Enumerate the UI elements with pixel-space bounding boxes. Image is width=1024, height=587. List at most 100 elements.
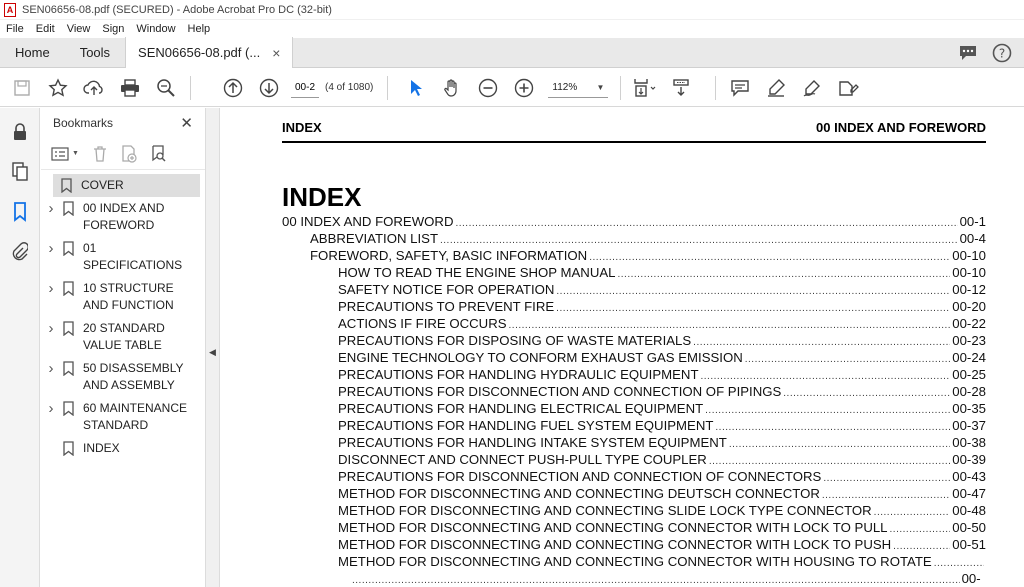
toc-entry[interactable]: PRECAUTIONS FOR HANDLING FUEL SYSTEM EQU… <box>282 418 986 435</box>
save-icon[interactable] <box>4 73 40 103</box>
dot-leader <box>874 503 951 518</box>
toc-page-number: 00-10 <box>952 248 986 263</box>
document-view[interactable]: INDEX 00 INDEX AND FOREWORD INDEX 00 IND… <box>221 108 1024 587</box>
bookmark-item[interactable]: › 10 STRUCTURE AND FUNCTION <box>41 277 205 317</box>
toc-entry[interactable]: 00 INDEX AND FOREWORD 00-1 <box>282 214 986 231</box>
page-thumbnails-icon[interactable] <box>11 162 28 182</box>
toc-entry-title: PRECAUTIONS FOR DISCONNECTION AND CONNEC… <box>338 469 822 484</box>
toc-entry[interactable]: PRECAUTIONS FOR DISPOSING OF WASTE MATER… <box>282 333 986 350</box>
bookmark-item[interactable]: › 50 DISASSEMBLY AND ASSEMBLY <box>41 357 205 397</box>
sign-pen-icon[interactable] <box>794 73 830 103</box>
toc-page-number: 00-24 <box>952 350 986 365</box>
bookmark-item[interactable]: INDEX <box>41 437 205 460</box>
toc-entry[interactable]: HOW TO READ THE ENGINE SHOP MANUAL 00-10 <box>282 265 986 282</box>
toc-entry[interactable]: SAFETY NOTICE FOR OPERATION 00-12 <box>282 282 986 299</box>
menu-help[interactable]: Help <box>188 23 211 35</box>
dot-leader <box>701 367 951 382</box>
previous-page-icon[interactable] <box>215 73 251 103</box>
hand-tool-icon[interactable] <box>434 73 470 103</box>
scroll-mode-icon[interactable] <box>663 73 699 103</box>
zoom-out-icon[interactable] <box>470 73 506 103</box>
zoom-level-select[interactable]: 112% ▼ <box>548 78 609 98</box>
page-fit-icon[interactable] <box>627 73 663 103</box>
bookmark-item[interactable]: › 00 INDEX AND FOREWORD <box>41 197 205 237</box>
toc-entry[interactable]: ABBREVIATION LIST 00-4 <box>282 231 986 248</box>
print-icon[interactable] <box>112 73 148 103</box>
toc-page-number: 00-53 <box>961 571 981 587</box>
bookmark-icon <box>63 241 75 256</box>
toolbar-divider <box>190 75 191 100</box>
new-bookmark-icon[interactable] <box>121 144 137 163</box>
toc-entry[interactable]: PRECAUTIONS TO PREVENT FIRE 00-20 <box>282 299 986 316</box>
toc-entry[interactable]: METHOD FOR DISCONNECTING AND CONNECTING … <box>282 554 986 571</box>
tab-document[interactable]: SEN06656-08.pdf (... × <box>125 37 294 68</box>
tab-tools[interactable]: Tools <box>65 37 125 67</box>
header-left: INDEX <box>282 120 322 135</box>
bookmark-item[interactable]: COVER <box>53 174 200 197</box>
toc-entry[interactable]: PRECAUTIONS FOR DISCONNECTION AND CONNEC… <box>282 469 986 486</box>
toc-entry[interactable]: METHOD FOR DISCONNECTING AND CONNECTING … <box>282 537 986 554</box>
page-number-input[interactable] <box>291 77 319 98</box>
toc-entry-title: PRECAUTIONS FOR HANDLING HYDRAULIC EQUIP… <box>338 367 699 382</box>
toc-entry[interactable]: ACTIONS IF FIRE OCCURS 00-22 <box>282 316 986 333</box>
find-bookmark-icon[interactable] <box>151 144 167 163</box>
comment-bubble-icon[interactable] <box>958 43 978 63</box>
toc-entry[interactable]: DISCONNECT AND CONNECT PUSH-PULL TYPE CO… <box>282 452 986 469</box>
chevron-right-icon[interactable]: › <box>45 281 57 296</box>
toc-entry[interactable]: METHOD FOR DISCONNECTING AND CONNECTING … <box>282 486 986 503</box>
toc-entry[interactable]: FOREWORD, SAFETY, BASIC INFORMATION 00-10 <box>282 248 986 265</box>
toc-entry-title: PRECAUTIONS FOR DISPOSING OF WASTE MATER… <box>338 333 692 348</box>
toc-entry[interactable]: PRECAUTIONS FOR HANDLING HYDRAULIC EQUIP… <box>282 367 986 384</box>
collapse-panel-icon[interactable]: ◀ <box>209 347 216 358</box>
toc-entry[interactable]: PRECAUTIONS FOR HANDLING INTAKE SYSTEM E… <box>282 435 986 452</box>
bookmark-icon <box>63 281 75 296</box>
dot-leader <box>693 333 950 348</box>
tab-home[interactable]: Home <box>0 37 65 67</box>
menu-view[interactable]: View <box>67 23 91 35</box>
delete-bookmark-icon[interactable] <box>93 145 107 162</box>
chevron-right-icon[interactable]: › <box>45 401 57 416</box>
bookmark-label: INDEX <box>83 441 120 455</box>
close-tab-icon[interactable]: × <box>272 45 280 61</box>
options-menu-icon[interactable]: ▼ <box>51 146 79 161</box>
help-icon[interactable]: ? <box>992 43 1012 63</box>
toc-entry-title: DISCONNECT AND CONNECT PUSH-PULL TYPE CO… <box>338 452 707 467</box>
chevron-right-icon[interactable]: › <box>45 321 57 336</box>
menu-sign[interactable]: Sign <box>102 23 124 35</box>
chevron-right-icon[interactable]: › <box>45 241 57 256</box>
toc-entry[interactable]: METHOD FOR DISCONNECTING AND CONNECTING … <box>282 503 986 520</box>
bookmark-item[interactable]: › 01 SPECIFICATIONS <box>41 237 205 277</box>
menu-file[interactable]: File <box>6 23 24 35</box>
header-right: 00 INDEX AND FOREWORD <box>816 120 986 135</box>
attachment-icon[interactable] <box>12 242 28 262</box>
cloud-upload-icon[interactable] <box>76 73 112 103</box>
select-cursor-icon[interactable] <box>398 73 434 103</box>
close-panel-icon[interactable]: ✕ <box>180 114 193 132</box>
bookmark-label: COVER <box>81 178 124 192</box>
toc-entry-title: FOREWORD, SAFETY, BASIC INFORMATION <box>310 248 588 263</box>
svg-text:?: ? <box>999 47 1005 61</box>
menu-window[interactable]: Window <box>136 23 175 35</box>
bookmark-item[interactable]: › 20 STANDARD VALUE TABLE <box>41 317 205 357</box>
chevron-right-icon[interactable]: › <box>45 361 57 376</box>
dot-leader <box>705 401 950 416</box>
bookmark-label: 10 STRUCTURE AND FUNCTION <box>83 281 174 312</box>
toc-page-number: 00-38 <box>952 435 986 450</box>
star-icon[interactable] <box>40 73 76 103</box>
chevron-right-icon[interactable]: › <box>45 201 57 216</box>
highlight-pen-icon[interactable] <box>758 73 794 103</box>
fill-sign-icon[interactable] <box>830 73 866 103</box>
comment-icon[interactable] <box>722 73 758 103</box>
next-page-icon[interactable] <box>251 73 287 103</box>
menu-edit[interactable]: Edit <box>36 23 55 35</box>
zoom-in-icon[interactable] <box>506 73 542 103</box>
toc-entry[interactable]: PRECAUTIONS FOR HANDLING ELECTRICAL EQUI… <box>282 401 986 418</box>
toc-entry[interactable]: ENGINE TECHNOLOGY TO CONFORM EXHAUST GAS… <box>282 350 986 367</box>
bookmark-item[interactable]: › 60 MAINTENANCE STANDARD <box>41 397 205 437</box>
find-zoom-icon[interactable] <box>148 73 184 103</box>
bookmark-icon <box>61 178 73 193</box>
bookmark-panel-icon[interactable] <box>13 202 27 222</box>
lock-icon[interactable] <box>12 122 28 142</box>
toc-entry[interactable]: METHOD FOR DISCONNECTING AND CONNECTING … <box>282 520 986 537</box>
toc-entry[interactable]: PRECAUTIONS FOR DISCONNECTION AND CONNEC… <box>282 384 986 401</box>
